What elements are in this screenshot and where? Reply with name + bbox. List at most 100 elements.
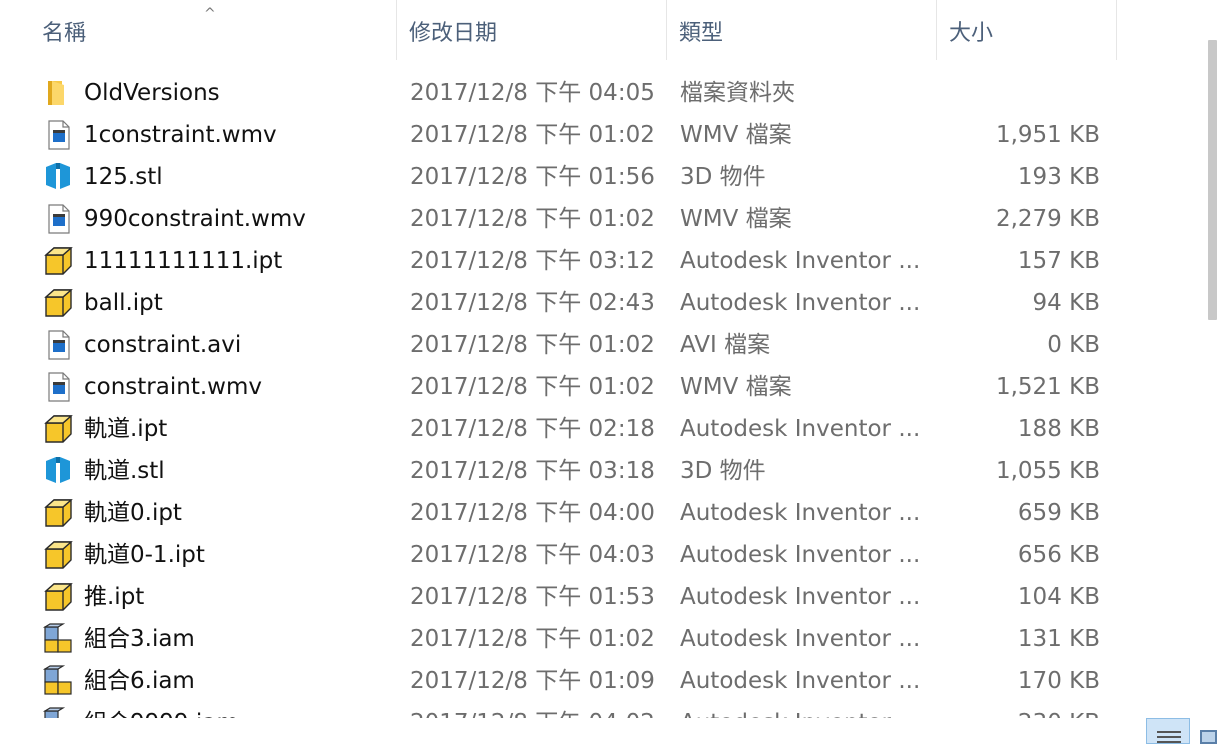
file-type: Autodesk Inventor ...	[680, 416, 921, 442]
file-type: 3D 物件	[680, 458, 766, 484]
file-modified-date: 2017/12/8 下午 04:03	[410, 542, 655, 568]
3d-object-icon	[42, 455, 74, 487]
inventor-assembly-icon	[42, 665, 74, 697]
inventor-assembly-icon	[42, 623, 74, 655]
file-size	[940, 72, 1100, 114]
file-type: AVI 檔案	[680, 332, 771, 358]
column-header-size-label: 大小	[949, 21, 994, 46]
file-name: 125.stl	[84, 164, 163, 190]
file-type: Autodesk Inventor ...	[680, 290, 921, 316]
inventor-part-icon	[42, 497, 74, 529]
file-size: 2,279 KB	[995, 206, 1100, 232]
details-view-button[interactable]	[1146, 718, 1190, 744]
file-size: 656 KB	[1017, 542, 1100, 568]
file-modified-date: 2017/12/8 下午 04:00	[410, 500, 655, 526]
file-row[interactable]: constraint.wmv 2017/12/8 下午 01:02 WMV 檔案 1,…	[0, 366, 1118, 408]
file-name: 推.ipt	[84, 584, 145, 610]
file-modified-date: 2017/12/8 下午 04:02	[410, 702, 660, 718]
file-size: 170 KB	[1017, 668, 1100, 694]
inventor-part-icon	[42, 581, 74, 613]
file-row[interactable]: 11111111111.ipt 2017/12/8 下午 03:12 Autodes…	[0, 240, 1118, 282]
file-row[interactable]: 推.ipt 2017/12/8 下午 01:53 Autodesk Inventor…	[0, 576, 1118, 618]
file-size: 104 KB	[1017, 584, 1100, 610]
file-name: 組合6.iam	[84, 668, 195, 694]
file-type: 3D 物件	[680, 164, 766, 190]
file-modified-date: 2017/12/8 下午 01:09	[410, 668, 655, 694]
video-file-icon	[42, 119, 74, 151]
file-row[interactable]: 組合3.iam 2017/12/8 下午 01:02 Autodesk Invent…	[0, 618, 1118, 660]
file-size: 193 KB	[1017, 164, 1100, 190]
file-modified-date: 2017/12/8 下午 01:02	[410, 374, 655, 400]
inventor-part-icon	[42, 413, 74, 445]
file-name: constraint.wmv	[84, 374, 262, 400]
file-modified-date: 2017/12/8 下午 02:18	[410, 416, 655, 442]
file-modified-date: 2017/12/8 下午 03:12	[410, 248, 655, 274]
inventor-part-icon	[42, 245, 74, 277]
file-row[interactable]: 組合6.iam 2017/12/8 下午 01:09 Autodesk Invent…	[0, 660, 1118, 702]
inventor-part-icon	[42, 539, 74, 571]
file-name: OldVersions	[84, 80, 220, 106]
file-type: Autodesk Inventor ...	[680, 702, 930, 718]
file-row[interactable]: 125.stl 2017/12/8 下午 01:56 3D 物件 193 KB	[0, 156, 1118, 198]
file-type: WMV 檔案	[680, 374, 792, 400]
file-row[interactable]: 軌道.stl 2017/12/8 下午 03:18 3D 物件 1,055 KB	[0, 450, 1118, 492]
file-name: ball.ipt	[84, 290, 163, 316]
column-header-date[interactable]: 修改日期	[397, 0, 667, 60]
file-row[interactable]: OldVersions 2017/12/8 下午 04:05 檔案資料夾	[0, 72, 1118, 114]
folder-icon	[42, 77, 74, 109]
file-row[interactable]: 軌道.ipt 2017/12/8 下午 02:18 Autodesk Invento…	[0, 408, 1118, 450]
file-size: 157 KB	[1017, 248, 1100, 274]
file-row[interactable]: 990constraint.wmv 2017/12/8 下午 01:02 WMV 檔…	[0, 198, 1118, 240]
file-name: 990constraint.wmv	[84, 206, 306, 232]
file-row[interactable]: 軌道0.ipt 2017/12/8 下午 04:00 Autodesk Invent…	[0, 492, 1118, 534]
column-header-name-label: 名稱	[42, 21, 87, 46]
file-type: WMV 檔案	[680, 122, 792, 148]
file-size: 94 KB	[1032, 290, 1100, 316]
inventor-assembly-icon	[42, 707, 74, 718]
file-type: Autodesk Inventor ...	[680, 626, 921, 652]
video-file-icon	[42, 371, 74, 403]
column-header-size[interactable]: 大小	[937, 0, 1117, 60]
vertical-scrollbar-thumb[interactable]	[1208, 40, 1217, 320]
file-row[interactable]: ball.ipt 2017/12/8 下午 02:43 Autodesk Inven…	[0, 282, 1118, 324]
sort-ascending-icon: ^	[204, 6, 216, 22]
file-size: 188 KB	[1017, 416, 1100, 442]
file-name: 組合3.iam	[84, 626, 195, 652]
file-type: Autodesk Inventor ...	[680, 668, 921, 694]
column-header-date-label: 修改日期	[409, 21, 498, 46]
file-name: 軌道.stl	[84, 458, 165, 484]
inventor-part-icon	[42, 287, 74, 319]
file-type: Autodesk Inventor ...	[680, 248, 921, 274]
file-row[interactable]: 軌道0-1.ipt 2017/12/8 下午 04:03 Autodesk Inve…	[0, 534, 1118, 576]
file-list: OldVersions 2017/12/8 下午 04:05 檔案資料夾 1const…	[0, 72, 1118, 718]
video-file-icon	[42, 329, 74, 361]
file-size: 0 KB	[1047, 332, 1100, 358]
column-header-bar: 名稱 ^ 修改日期 類型 大小	[0, 0, 1118, 68]
file-type: 檔案資料夾	[680, 80, 795, 106]
file-modified-date: 2017/12/8 下午 02:43	[410, 290, 655, 316]
file-name: 組合9999.iam	[84, 702, 384, 718]
large-icons-view-button[interactable]	[1198, 722, 1217, 744]
file-size: 659 KB	[1017, 500, 1100, 526]
file-size: 1,951 KB	[995, 122, 1100, 148]
file-row[interactable]: 1constraint.wmv 2017/12/8 下午 01:02 WMV 檔案 1…	[0, 114, 1118, 156]
file-name: 軌道.ipt	[84, 416, 168, 442]
file-size: 230 KB	[940, 702, 1100, 718]
file-modified-date: 2017/12/8 下午 01:56	[410, 164, 655, 190]
file-size: 131 KB	[1017, 626, 1100, 652]
3d-object-icon	[42, 161, 74, 193]
file-modified-date: 2017/12/8 下午 03:18	[410, 458, 655, 484]
file-modified-date: 2017/12/8 下午 04:05	[410, 80, 655, 106]
large-icons-view-icon	[1200, 730, 1217, 744]
file-row[interactable]: 組合9999.iam 2017/12/8 下午 04:02 Autodesk Inv…	[0, 702, 1118, 718]
video-file-icon	[42, 203, 74, 235]
file-type: Autodesk Inventor ...	[680, 500, 921, 526]
column-header-type[interactable]: 類型	[667, 0, 937, 60]
file-modified-date: 2017/12/8 下午 01:02	[410, 332, 655, 358]
file-row[interactable]: constraint.avi 2017/12/8 下午 01:02 AVI 檔案 0 …	[0, 324, 1118, 366]
file-name: 軌道0.ipt	[84, 500, 182, 526]
file-name: constraint.avi	[84, 332, 242, 358]
file-name: 軌道0-1.ipt	[84, 542, 205, 568]
file-modified-date: 2017/12/8 下午 01:53	[410, 584, 655, 610]
file-modified-date: 2017/12/8 下午 01:02	[410, 626, 655, 652]
